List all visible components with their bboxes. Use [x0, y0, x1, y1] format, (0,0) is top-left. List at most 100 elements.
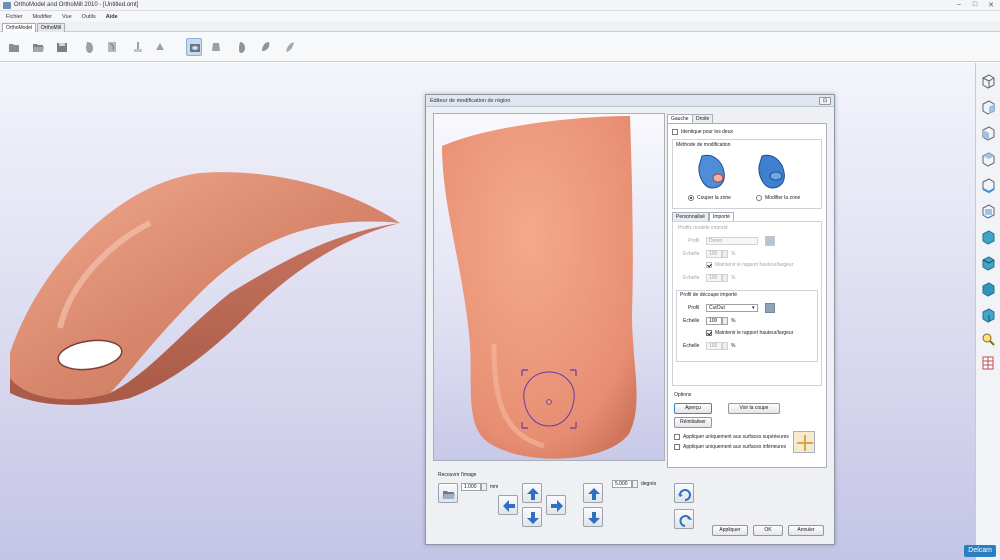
menu-outils[interactable]: Outils: [82, 14, 96, 20]
scale-label-dim: Echelle: [683, 251, 700, 257]
profile-browse-icon[interactable]: [765, 236, 775, 246]
insole-shape-icon[interactable]: [234, 38, 250, 56]
view-cube-4-icon[interactable]: [980, 151, 996, 167]
insole-page-icon[interactable]: [104, 38, 120, 56]
apply-bottom-label: Appliquer uniquement aux surfaces inféri…: [683, 444, 787, 450]
options-title: Options: [674, 392, 692, 398]
insole-region-icon[interactable]: [186, 38, 202, 56]
keep-ratio-checkbox-dim[interactable]: [706, 262, 712, 268]
region-editor-dialog: Editeur de modification de région ⊡ Gauc…: [425, 94, 835, 545]
angle-input[interactable]: 5.000: [612, 480, 632, 488]
apply-button[interactable]: Appliquer: [712, 525, 748, 536]
scale2-percent-dim: %: [731, 275, 736, 281]
close-button[interactable]: ✕: [986, 1, 996, 9]
cancel-button[interactable]: Annuler: [788, 525, 824, 536]
arrow-left-icon: [503, 500, 515, 512]
rotate-cw-button[interactable]: [674, 509, 694, 529]
tab-orthomodel[interactable]: OrthoModel: [2, 23, 37, 32]
folder-open-icon[interactable]: [30, 38, 46, 56]
insole-lift-icon[interactable]: [152, 38, 168, 56]
view-cube-6-icon[interactable]: [980, 203, 996, 219]
open-folder-button[interactable]: [438, 483, 458, 503]
tab-droite[interactable]: Droite: [692, 114, 714, 123]
scale-spinner-dim[interactable]: [722, 250, 728, 258]
arrow-down-icon: [527, 512, 539, 524]
cut-scale2-spinner[interactable]: [722, 342, 728, 350]
menu-modifier[interactable]: Modifier: [33, 14, 53, 20]
step-spinner[interactable]: [481, 483, 487, 491]
apply-top-label: Appliquer uniquement aux surfaces supéri…: [683, 434, 789, 440]
insole-top-icon[interactable]: [82, 38, 98, 56]
view-cube-9-icon[interactable]: [980, 281, 996, 297]
cut-profile-browse-icon[interactable]: [765, 303, 775, 313]
cut-scale-percent: %: [731, 318, 736, 324]
scale-down-button[interactable]: [583, 507, 603, 527]
tab-orthomill[interactable]: OrthoMill: [37, 23, 66, 32]
view-cube-3-icon[interactable]: [980, 125, 996, 141]
minimize-button[interactable]: –: [954, 1, 964, 9]
maximize-button[interactable]: □: [970, 1, 980, 9]
cut-scale-spinner[interactable]: [722, 317, 728, 325]
cut-keep-ratio-label: Maintenir le rapport hauteur/largeur: [715, 330, 794, 336]
cut-profile-select[interactable]: CutOut: [706, 304, 758, 312]
step-input[interactable]: 1.000: [461, 483, 481, 491]
cut-scale-label: Echelle: [683, 318, 700, 324]
cut-scale2-percent: %: [731, 343, 736, 349]
cut-keep-ratio-checkbox[interactable]: [706, 330, 712, 336]
reset-button[interactable]: Réinitialiser: [674, 417, 712, 428]
arrow-up-icon: [527, 488, 539, 500]
identical-checkbox[interactable]: [672, 129, 678, 135]
view-cube-7-icon[interactable]: [980, 229, 996, 245]
insole-heel-icon[interactable]: [208, 38, 224, 56]
scale2-spinner-dim[interactable]: [722, 274, 728, 282]
angle-spinner[interactable]: [632, 480, 638, 488]
insole-bar-icon[interactable]: [130, 38, 146, 56]
view-cut-button[interactable]: Voir la coupe: [728, 403, 780, 414]
tab-personnalise[interactable]: Personnalisé: [672, 212, 709, 221]
scale-input-dim[interactable]: 100: [706, 250, 722, 258]
tab-gauche[interactable]: Gauche: [667, 114, 693, 123]
view-cube-10-icon[interactable]: [980, 307, 996, 323]
apply-top-checkbox[interactable]: [674, 434, 680, 440]
radio-modify-zone-label: Modifier la zone: [765, 195, 801, 201]
insole-preview[interactable]: [433, 113, 665, 461]
view-cube-1-icon[interactable]: [980, 73, 996, 89]
insole-3d-model[interactable]: [0, 163, 420, 493]
cut-scale-input[interactable]: 100: [706, 317, 722, 325]
radio-cut-zone[interactable]: [688, 195, 694, 201]
scale-up-button[interactable]: [583, 483, 603, 503]
insole-profile-icon[interactable]: [282, 38, 298, 56]
cut-profile-dropdown-icon[interactable]: ▾: [752, 305, 755, 311]
save-icon[interactable]: [54, 38, 70, 56]
tab-importe[interactable]: Importé: [709, 212, 734, 221]
method-group-label: Méthode de modification: [676, 142, 731, 148]
crosshair-icon[interactable]: [793, 431, 815, 453]
ok-button[interactable]: OK: [753, 525, 783, 536]
radio-modify-zone[interactable]: [756, 195, 762, 201]
menu-fichier[interactable]: Fichier: [6, 14, 23, 20]
rotate-ccw-button[interactable]: [674, 483, 694, 503]
menu-vue[interactable]: Vue: [62, 14, 72, 20]
imported-model-title: Profils modèle importé: [678, 225, 728, 231]
move-right-button[interactable]: [546, 495, 566, 515]
view-cube-8-icon[interactable]: [980, 255, 996, 271]
scale2-input-dim[interactable]: 100: [706, 274, 722, 282]
move-down-button[interactable]: [522, 507, 542, 527]
apply-bottom-checkbox[interactable]: [674, 444, 680, 450]
preview-button[interactable]: Aperçu: [674, 403, 712, 414]
view-cube-2-icon[interactable]: [980, 99, 996, 115]
cut-scale2-label: Echelle: [683, 343, 700, 349]
move-left-button[interactable]: [498, 495, 518, 515]
view-cube-5-icon[interactable]: [980, 177, 996, 194]
cut-scale2-input[interactable]: 100: [706, 342, 722, 350]
dialog-close-button[interactable]: ⊡: [819, 97, 831, 105]
zoom-icon[interactable]: [980, 331, 996, 347]
menu-aide[interactable]: Aide: [106, 14, 118, 20]
insole-sole-icon[interactable]: [258, 38, 274, 56]
insole-top-view[interactable]: [434, 114, 666, 462]
app-icon: [3, 2, 11, 9]
move-up-button[interactable]: [522, 483, 542, 503]
profile-select-dim[interactable]: Demo: [706, 237, 758, 245]
grid-icon[interactable]: [980, 355, 996, 371]
folder-new-icon[interactable]: [6, 38, 22, 56]
